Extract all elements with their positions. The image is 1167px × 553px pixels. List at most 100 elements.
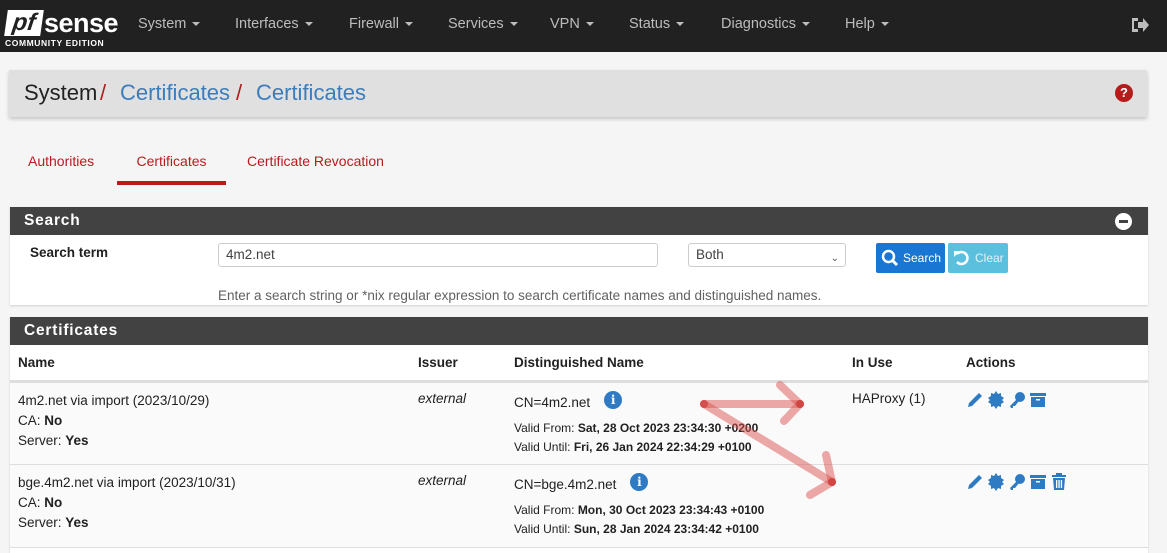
search-panel-header: Search	[10, 207, 1148, 235]
valid-until-label: Valid Until:	[514, 521, 571, 536]
search-term-input[interactable]: 4m2.net	[218, 243, 658, 267]
caret-down-icon	[304, 22, 313, 27]
ca-value: No	[44, 412, 63, 428]
cert-issuer: external	[410, 381, 506, 465]
valid-until-value: Sun, 28 Jan 2024 23:34:42 +0100	[573, 521, 759, 536]
valid-from: Valid From: Mon, 30 Oct 2023 23:34:43 +0…	[514, 501, 844, 520]
nav-label: System	[138, 16, 187, 32]
cert-actions	[958, 381, 1148, 465]
nav-diagnostics[interactable]: Diagnostics	[721, 0, 810, 52]
table-header-row: Name Issuer Distinguished Name In Use Ac…	[10, 345, 1148, 383]
collapse-icon[interactable]	[1115, 213, 1132, 230]
chevron-down-icon: ⌄	[830, 253, 839, 264]
sign-out-icon[interactable]	[1130, 15, 1150, 35]
search-button[interactable]: Search	[876, 243, 945, 273]
cert-ca: CA: No	[18, 411, 410, 431]
server-value: Yes	[65, 514, 89, 530]
nav-status[interactable]: Status	[629, 0, 685, 52]
nav-firewall[interactable]: Firewall	[349, 0, 413, 52]
cert-dn: CN=4m2.net	[514, 394, 591, 410]
key-icon[interactable]	[1008, 391, 1026, 409]
valid-from-label: Valid From:	[514, 420, 575, 435]
nav-services[interactable]: Services	[448, 0, 518, 52]
col-in-use[interactable]: In Use	[844, 345, 958, 383]
caret-down-icon	[404, 22, 413, 27]
breadcrumb-certificates-current[interactable]: Certificates	[256, 80, 366, 106]
cert-name: 4m2.net via import (2023/10/29)	[18, 392, 210, 408]
certificate-icon[interactable]	[987, 390, 1005, 409]
certificate-icon[interactable]	[987, 472, 1005, 491]
help-icon[interactable]: ?	[1115, 84, 1133, 102]
cert-dn-cell: CN=bge.4m2.net i Valid From: Mon, 30 Oct …	[506, 464, 844, 548]
pfsense-logo[interactable]: pf sense COMMUNITY EDITION	[4, 8, 119, 48]
nav-label: Interfaces	[235, 16, 299, 32]
search-panel: Search Search term 4m2.net Both ⌄ Search…	[10, 207, 1148, 305]
table-row: 4m2.net via import (2023/10/29) CA: No S…	[10, 381, 1148, 465]
info-icon[interactable]: i	[604, 390, 623, 409]
button-label: Clear	[975, 251, 1004, 265]
valid-from-value: Mon, 30 Oct 2023 23:34:43 +0100	[577, 502, 765, 517]
valid-until: Valid Until: Fri, 26 Jan 2024 22:34:29 +…	[514, 438, 844, 457]
tab-certificates[interactable]: Certificates	[117, 145, 226, 185]
button-label: Search	[903, 251, 942, 265]
nav-label: Help	[845, 16, 875, 32]
search-scope-select[interactable]: Both ⌄	[688, 243, 846, 267]
cert-issuer: external	[410, 464, 506, 548]
nav-label: Diagnostics	[721, 16, 796, 32]
key-icon[interactable]	[1008, 473, 1026, 491]
col-issuer[interactable]: Issuer	[410, 345, 506, 383]
tab-certificate-revocation[interactable]: Certificate Revocation	[247, 145, 384, 185]
cert-server: Server: Yes	[18, 431, 410, 451]
pencil-icon[interactable]	[966, 391, 984, 409]
server-label: Server:	[18, 432, 62, 448]
breadcrumb: System / Certificates / Certificates ?	[9, 70, 1147, 117]
nav-vpn[interactable]: VPN	[550, 0, 594, 52]
breadcrumb-root: System	[24, 80, 98, 105]
select-value: Both	[696, 247, 724, 262]
logo-mark: pf	[4, 9, 44, 36]
col-name[interactable]: Name	[10, 345, 410, 383]
server-label: Server:	[18, 514, 62, 530]
top-navbar: pf sense COMMUNITY EDITION System Interf…	[0, 0, 1167, 52]
valid-from: Valid From: Sat, 28 Oct 2023 23:34:30 +0…	[514, 419, 844, 438]
nav-help[interactable]: Help	[845, 0, 889, 52]
pencil-icon[interactable]	[966, 473, 984, 491]
certificates-panel-header: Certificates	[10, 317, 1148, 345]
tab-authorities[interactable]: Authorities	[28, 145, 94, 185]
table-row: bge.4m2.net via import (2023/10/31) CA: …	[10, 464, 1148, 548]
valid-until-label: Valid Until:	[514, 439, 571, 454]
clear-button[interactable]: Clear	[948, 243, 1008, 273]
cert-dn-cell: CN=4m2.net i Valid From: Sat, 28 Oct 2023…	[506, 381, 844, 465]
ca-label: CA:	[18, 412, 41, 428]
archive-icon[interactable]	[1029, 391, 1047, 409]
cert-actions	[958, 464, 1148, 548]
breadcrumb-separator: /	[100, 80, 107, 105]
cert-server: Server: Yes	[18, 513, 410, 533]
nav-system[interactable]: System	[138, 0, 201, 52]
cert-name-cell: bge.4m2.net via import (2023/10/31) CA: …	[10, 464, 410, 548]
cert-in-use[interactable]: HAProxy (1)	[844, 381, 958, 465]
ca-label: CA:	[18, 494, 41, 510]
search-icon	[881, 249, 899, 267]
server-value: Yes	[65, 432, 89, 448]
valid-from-value: Sat, 28 Oct 2023 23:34:30 +0200	[577, 420, 759, 435]
undo-icon	[954, 250, 969, 266]
nav-interfaces[interactable]: Interfaces	[235, 0, 313, 52]
nav-label: Status	[629, 16, 671, 32]
panel-title: Search	[24, 212, 81, 229]
archive-icon[interactable]	[1029, 473, 1047, 491]
logo-edition: COMMUNITY EDITION	[5, 38, 105, 48]
info-icon[interactable]: i	[630, 472, 649, 491]
caret-down-icon	[585, 22, 594, 27]
caret-down-icon	[509, 22, 518, 27]
cert-dn: CN=bge.4m2.net	[514, 476, 617, 492]
valid-until-value: Fri, 26 Jan 2024 22:34:29 +0100	[573, 439, 752, 454]
cert-ca: CA: No	[18, 493, 410, 513]
trash-icon[interactable]	[1050, 472, 1068, 491]
search-term-label: Search term	[30, 245, 109, 260]
breadcrumb-certificates[interactable]: Certificates	[120, 80, 230, 106]
nav-label: VPN	[550, 16, 580, 32]
caret-down-icon	[880, 22, 889, 27]
col-distinguished-name[interactable]: Distinguished Name	[506, 345, 844, 383]
valid-until: Valid Until: Sun, 28 Jan 2024 23:34:42 +…	[514, 520, 844, 539]
